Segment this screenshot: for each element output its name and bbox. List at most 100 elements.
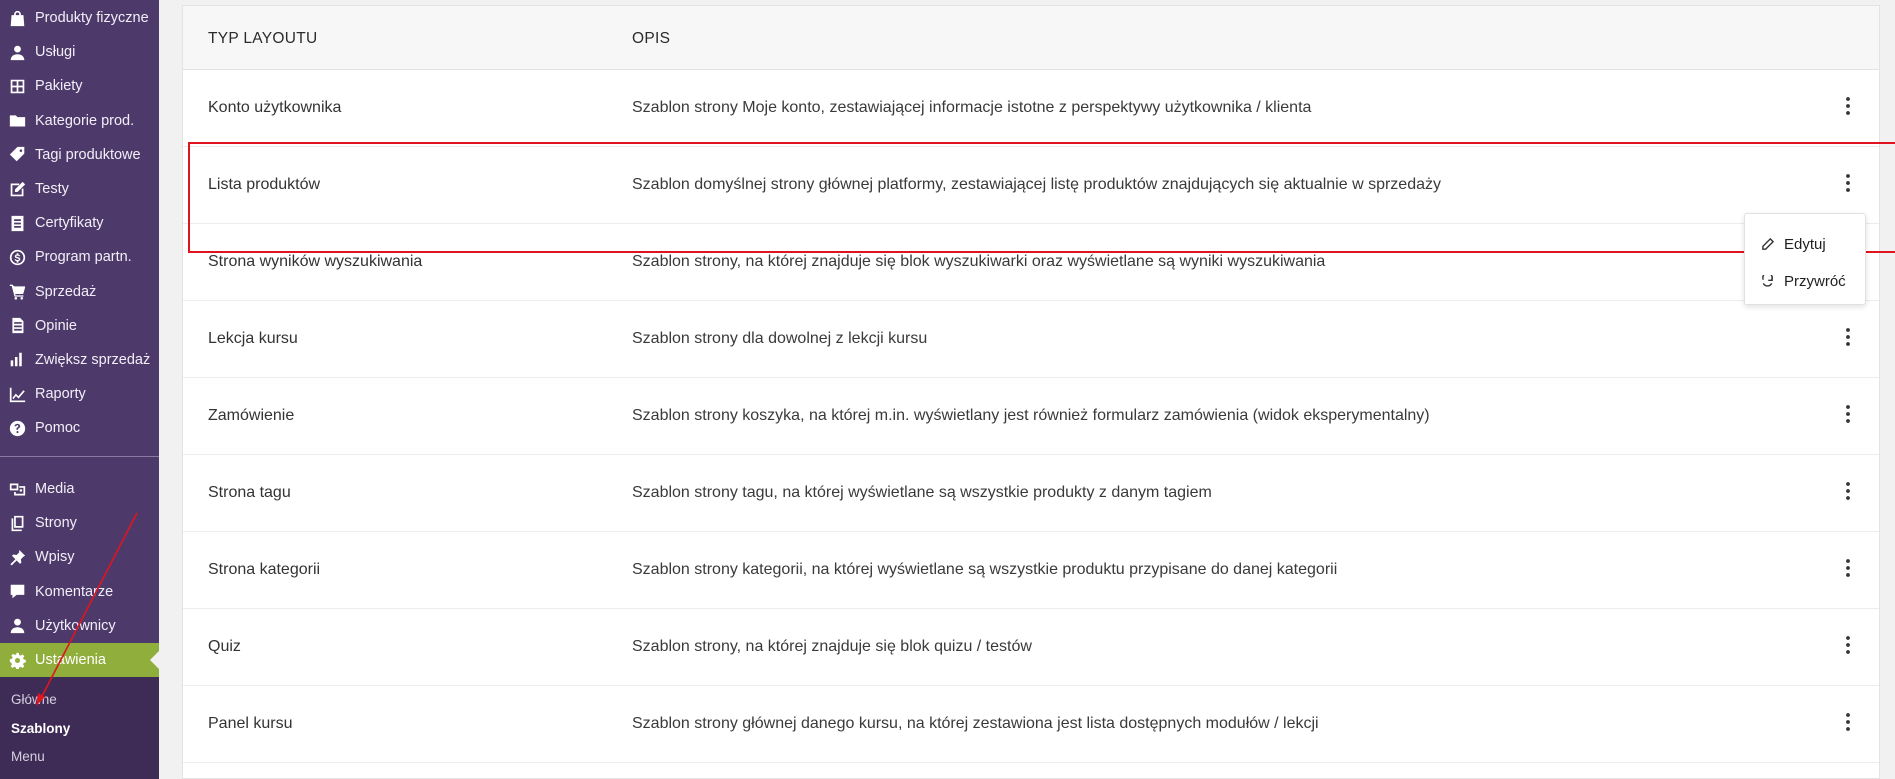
sidebar-menu-primary: Produkty fizyczne Usługi Pakiety Kategor… bbox=[0, 1, 159, 445]
pages-icon bbox=[8, 514, 26, 532]
table-row: Lekcja kursu Szablon strony dla dowolnej… bbox=[183, 301, 1879, 378]
bar-chart-icon bbox=[8, 351, 26, 369]
row-actions-button[interactable] bbox=[1839, 327, 1857, 350]
sidebar-item-label: Użytkownicy bbox=[35, 617, 116, 634]
layout-type: Konto użytkownika bbox=[208, 99, 342, 116]
dropdown-item-przywroc[interactable]: Przywróć bbox=[1745, 263, 1865, 300]
sidebar-item-certyfikaty[interactable]: Certyfikaty bbox=[0, 206, 159, 240]
row-actions-button[interactable] bbox=[1839, 96, 1857, 120]
sidebar-item-label: Pakiety bbox=[35, 78, 83, 95]
sidebar-item-pakiety[interactable]: Pakiety bbox=[0, 69, 159, 103]
layout-description: Szablon strony tagu, na której wyświetla… bbox=[632, 484, 1212, 501]
sidebar-item-label: Opinie bbox=[35, 317, 77, 334]
line-chart-icon bbox=[8, 385, 26, 403]
sidebar-item-label: Wpisy bbox=[35, 549, 75, 566]
row-actions-button[interactable] bbox=[1839, 712, 1857, 736]
layout-type: Strona tagu bbox=[208, 484, 291, 501]
layout-type: Lekcja kursu bbox=[208, 330, 298, 347]
kebab-menu-icon bbox=[1846, 173, 1850, 197]
row-actions-button[interactable] bbox=[1839, 481, 1857, 504]
layout-description: Szablon strony koszyka, na której m.in. … bbox=[632, 407, 1430, 424]
sidebar-item-pomoc[interactable]: Pomoc bbox=[0, 411, 159, 445]
submenu-item-menu[interactable]: Menu bbox=[0, 743, 159, 772]
sidebar-item-tagi-produktowe[interactable]: Tagi produktowe bbox=[0, 138, 159, 172]
restore-icon bbox=[1762, 275, 1773, 287]
tag-icon bbox=[8, 146, 26, 164]
sidebar-item-opinie[interactable]: Opinie bbox=[0, 309, 159, 343]
layout-description: Szablon strony, na której znajduje się b… bbox=[632, 253, 1326, 270]
kebab-menu-icon bbox=[1846, 712, 1850, 736]
layouts-table: TYP LAYOUTU OPIS Konto użytkownika Szabl… bbox=[182, 5, 1880, 779]
sidebar-item-testy[interactable]: Testy bbox=[0, 172, 159, 206]
layout-description: Szablon strony Moje konto, zestawiającej… bbox=[632, 99, 1312, 116]
layout-description: Szablon strony kategorii, na której wyśw… bbox=[632, 561, 1338, 578]
sidebar-item-strony[interactable]: Strony bbox=[0, 506, 159, 540]
table-row: Zamówienie Szablon strony koszyka, na kt… bbox=[183, 378, 1879, 455]
media-icon bbox=[8, 480, 26, 498]
layout-type: Strona kategorii bbox=[208, 561, 321, 578]
layout-description: Szablon strony dla dowolnej z lekcji kur… bbox=[632, 330, 928, 347]
sidebar-item-label: Tagi produktowe bbox=[35, 146, 141, 163]
sidebar-item-ustawienia[interactable]: Ustawienia bbox=[0, 642, 159, 678]
row-actions-button[interactable] bbox=[1839, 558, 1857, 582]
layout-type: Quiz bbox=[208, 638, 241, 655]
sidebar-item-uzytkownicy[interactable]: Użytkownicy bbox=[0, 609, 159, 643]
pencil-icon bbox=[1762, 238, 1774, 250]
sidebar-item-label: Pomoc bbox=[35, 420, 81, 437]
table-row: Quiz Szablon strony, na której znajduje … bbox=[183, 609, 1879, 686]
sidebar-item-label: Media bbox=[35, 481, 75, 498]
sidebar-item-label: Zwiększ sprzedaż bbox=[35, 351, 151, 368]
sidebar-item-komentarze[interactable]: Komentarze bbox=[0, 575, 159, 609]
comment-icon bbox=[8, 583, 26, 601]
sidebar-item-produkty-fizyczne[interactable]: Produkty fizyczne bbox=[0, 1, 159, 35]
sidebar-item-uslugi[interactable]: Usługi bbox=[0, 35, 159, 69]
sidebar-item-label: Program partn. bbox=[35, 249, 132, 266]
sidebar-item-label: Strony bbox=[35, 515, 77, 532]
sidebar-item-sprzedaz[interactable]: Sprzedaż bbox=[0, 275, 159, 309]
folder-icon bbox=[8, 112, 26, 130]
settings-submenu: Główne Szablony Menu bbox=[0, 677, 159, 779]
row-actions-dropdown: Edytuj Przywróć bbox=[1744, 213, 1866, 305]
sidebar-item-label: Produkty fizyczne bbox=[35, 10, 149, 27]
sidebar-item-kategorie-prod[interactable]: Kategorie prod. bbox=[0, 104, 159, 138]
document-icon bbox=[8, 214, 26, 232]
sidebar-menu-wordpress: Media Strony Wpisy Komentarze Użytkownic… bbox=[0, 472, 159, 678]
table-row: Strona wyników wyszukiwania Szablon stro… bbox=[183, 224, 1879, 301]
layout-type: Zamówienie bbox=[208, 407, 295, 424]
sidebar-item-program-partn[interactable]: Program partn. bbox=[0, 240, 159, 274]
row-actions-button[interactable] bbox=[1839, 404, 1857, 428]
dropdown-item-edytuj[interactable]: Edytuj bbox=[1745, 226, 1865, 263]
cart-icon bbox=[8, 283, 26, 301]
bag-icon bbox=[8, 9, 26, 27]
column-header-type: TYP LAYOUTU bbox=[208, 30, 318, 47]
sidebar-item-media[interactable]: Media bbox=[0, 472, 159, 506]
kebab-menu-icon bbox=[1846, 96, 1850, 120]
users-icon bbox=[8, 617, 26, 635]
user-icon bbox=[8, 43, 26, 61]
sidebar-item-label: Komentarze bbox=[35, 583, 114, 600]
sidebar-item-label: Kategorie prod. bbox=[35, 112, 135, 129]
sidebar-item-raporty[interactable]: Raporty bbox=[0, 377, 159, 411]
sidebar-item-label: Sprzedaż bbox=[35, 283, 97, 300]
sidebar-item-label: Certyfikaty bbox=[35, 215, 104, 232]
table-row: Strona tagu Szablon strony tagu, na któr… bbox=[183, 455, 1879, 532]
kebab-menu-icon bbox=[1846, 404, 1850, 428]
sidebar-item-label: Raporty bbox=[35, 386, 86, 403]
sidebar-item-label: Testy bbox=[35, 181, 69, 198]
sidebar-item-wpisy[interactable]: Wpisy bbox=[0, 540, 159, 574]
sidebar-item-label: Ustawienia bbox=[35, 652, 106, 669]
layout-type: Lista produktów bbox=[208, 176, 321, 193]
submenu-item-szablony[interactable]: Szablony bbox=[0, 715, 159, 744]
settings-icon bbox=[8, 651, 26, 669]
layout-description: Szablon strony głównej danego kursu, na … bbox=[632, 715, 1319, 732]
page-icon bbox=[8, 317, 26, 335]
row-actions-button[interactable] bbox=[1839, 173, 1857, 197]
layout-description: Szablon domyślnej strony głównej platfor… bbox=[632, 176, 1441, 193]
submenu-item-glowne[interactable]: Główne bbox=[0, 686, 159, 715]
row-actions-button[interactable] bbox=[1839, 635, 1857, 658]
grid-icon bbox=[8, 77, 26, 95]
kebab-menu-icon bbox=[1846, 558, 1850, 582]
table-row: Panel kursu Szablon strony głównej daneg… bbox=[183, 686, 1879, 763]
column-header-description: OPIS bbox=[632, 30, 671, 47]
sidebar-item-zwieksz-sprzedaz[interactable]: Zwiększ sprzedaż bbox=[0, 343, 159, 377]
